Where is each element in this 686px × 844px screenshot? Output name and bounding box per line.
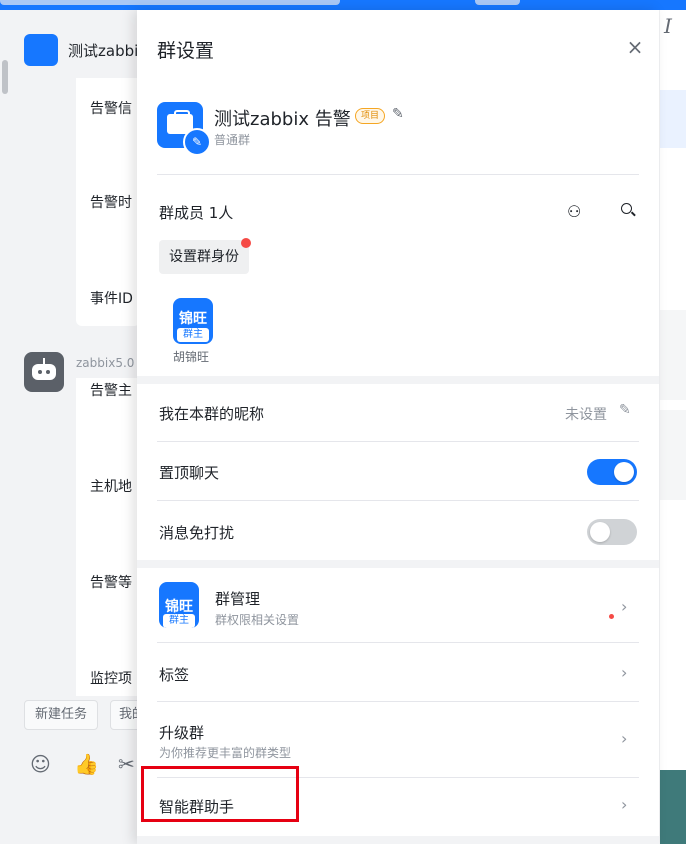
group-name: 测试zabbix 告警 [214,109,351,130]
set-role-button[interactable]: 设置群身份 [159,240,249,274]
mute-toggle[interactable] [587,519,637,545]
message-line: 告警等 [90,575,132,591]
nickname-label[interactable]: 我在本群的昵称 [159,403,264,424]
top-tab-indicator-2 [475,0,520,5]
bot-name: zabbix5.0 [76,356,135,370]
group-avatar[interactable]: ✎ [157,102,211,156]
message-line: 主机地 [90,479,132,495]
edit-name-icon[interactable]: ✎ [392,106,404,122]
section-gap [137,560,659,568]
scissors-icon[interactable]: ✂ [118,752,135,776]
close-icon[interactable]: × [623,36,647,60]
top-bar [0,0,686,10]
message-line: 告警信 [90,101,132,117]
role-badge: 群主 [163,614,195,628]
management-dot [609,614,614,619]
bot-avatar-icon[interactable] [24,352,64,392]
smile-icon[interactable]: ☺ [30,752,51,776]
chevron-right-icon[interactable]: › [621,663,627,682]
thumbs-up-icon[interactable]: 👍 [74,752,99,776]
upgrade-label[interactable]: 升级群 [159,722,204,743]
management-avatar: 锦旺 群主 [159,582,199,628]
group-settings-panel: 群设置 × ✎ 测试zabbix 告警 项目 ✎ 普通群 群成员 1人 ⚇ 设置… [137,10,659,844]
mute-label: 消息免打扰 [159,524,235,542]
highlight-box [141,766,299,822]
group-type: 普通群 [214,133,251,147]
section-gap [137,836,659,844]
members-count[interactable]: 群成员 1人 [159,202,233,223]
pin-chat-label: 置顶聊天 [159,464,220,482]
chat-scrollbar[interactable] [2,60,8,94]
message-line: 事件ID [90,291,133,307]
top-tab-indicator [0,0,340,5]
divider [157,642,639,643]
chevron-right-icon[interactable]: › [621,795,627,814]
edit-avatar-icon[interactable]: ✎ [183,128,211,156]
add-member-icon[interactable]: ⚇ [567,202,581,221]
message-card [76,378,140,696]
search-icon[interactable] [621,203,632,214]
member-avatar[interactable]: 锦旺 群主 [173,298,213,344]
member-name: 胡锦旺 [173,350,210,364]
avatar-text: 锦旺 [165,599,193,615]
role-badge: 群主 [177,328,209,342]
nickname-value[interactable]: 未设置 [565,404,607,424]
divider [157,441,639,442]
message-line: 告警主 [90,383,132,399]
edit-nickname-icon[interactable]: ✎ [619,402,631,418]
project-tag: 项目 [355,108,386,124]
divider [157,701,639,702]
divider [157,500,639,501]
panel-title: 群设置 [157,40,215,62]
chat-area: 测试zabbi 告警信 告警时 事件ID zabbix5.0 告警主 主机地 告… [0,10,150,844]
divider [157,174,639,175]
notification-dot [241,238,251,248]
management-title[interactable]: 群管理 [215,588,260,609]
chevron-right-icon[interactable]: › [621,729,627,748]
chat-title: 测试zabbi [68,42,139,60]
group-avatar-small[interactable] [24,34,58,66]
right-background [660,10,686,844]
section-gap [137,376,659,384]
new-task-chip[interactable]: 新建任务 [24,700,99,730]
avatar-text: 锦旺 [179,311,207,327]
upgrade-subtitle: 为你推荐更丰富的群类型 [159,746,292,760]
message-line: 监控项 [90,671,132,687]
chevron-right-icon[interactable]: › [621,597,627,616]
tags-label[interactable]: 标签 [159,664,189,685]
management-subtitle: 群权限相关设置 [215,613,300,627]
italic-icon[interactable]: I [664,14,672,38]
pin-chat-toggle[interactable] [587,459,637,485]
message-line: 告警时 [90,195,132,211]
